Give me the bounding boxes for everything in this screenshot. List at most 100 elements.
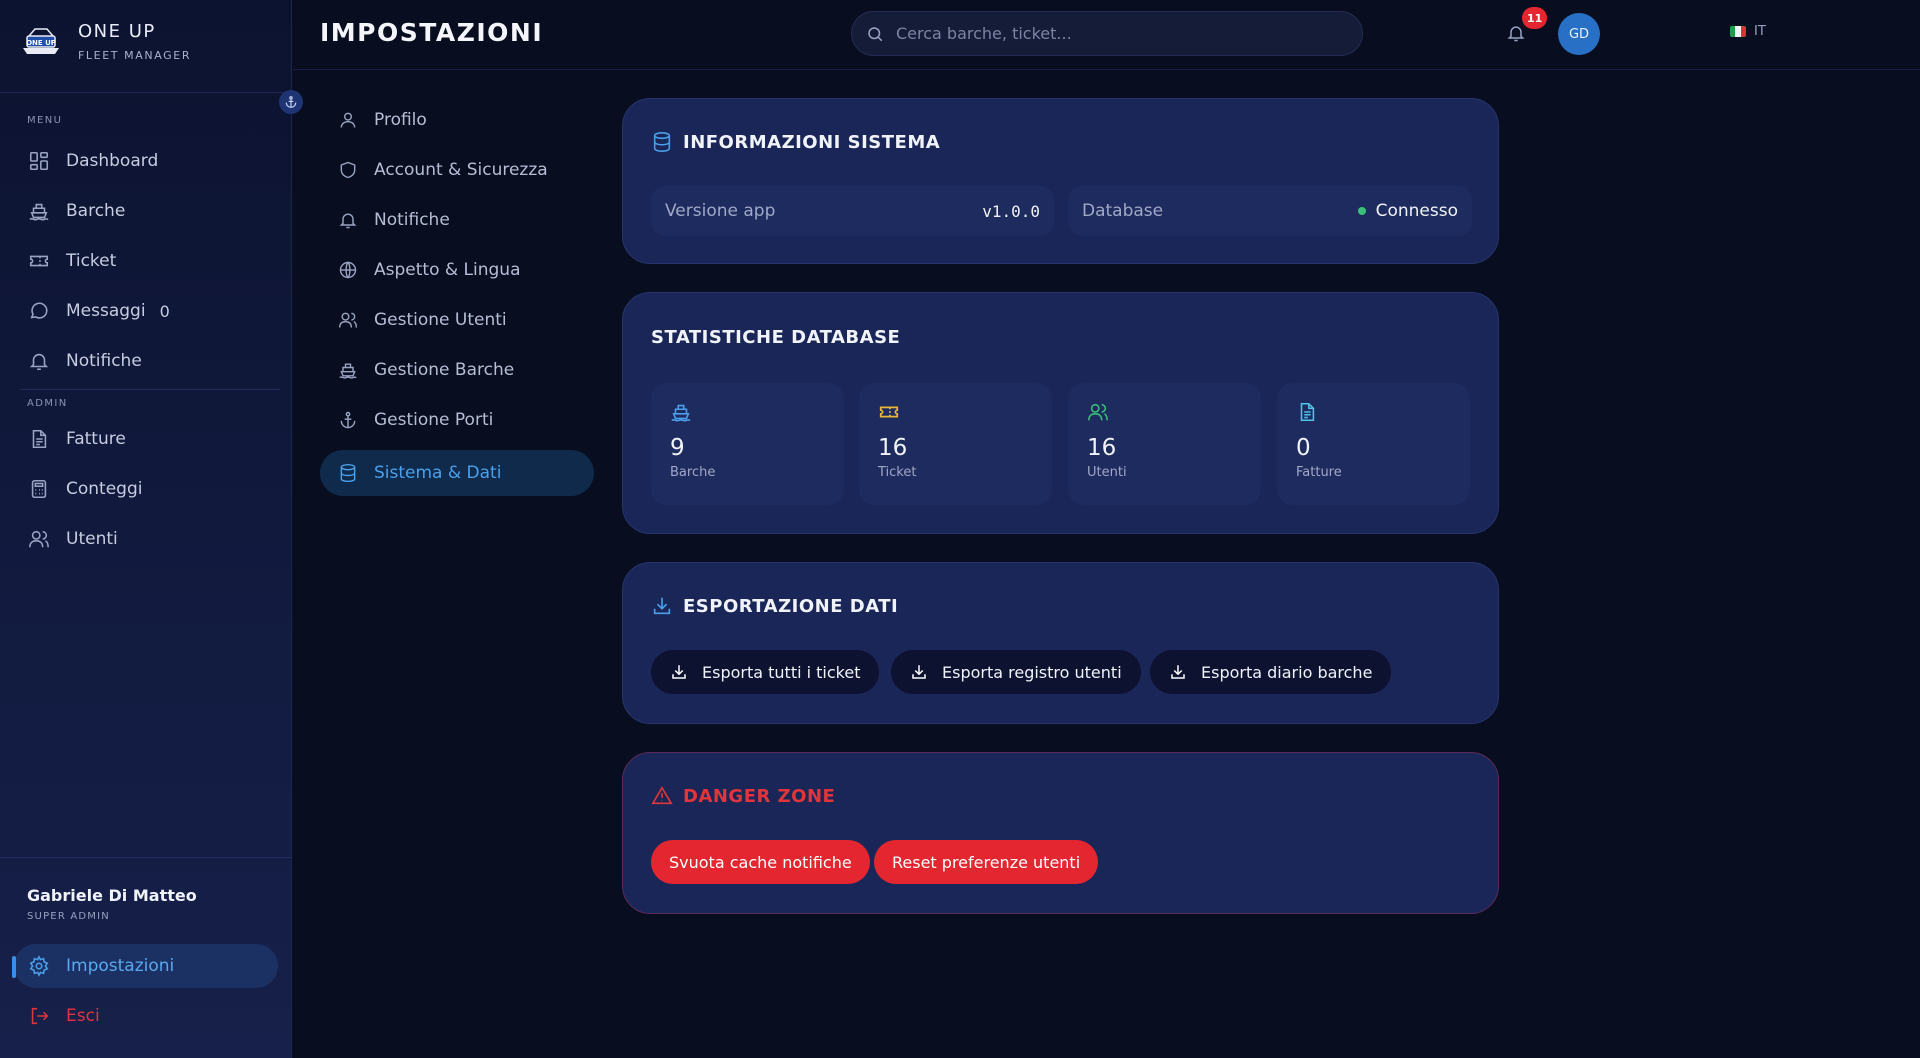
settings-nav-label: Gestione Barche [374,360,515,380]
database-stats-card: STATISTICHE DATABASE 9 Barche 16 Ticket … [622,292,1499,534]
users-icon [338,310,358,330]
status-dot-icon [1357,207,1366,215]
warning-icon [651,785,673,807]
ticket-icon [878,401,1033,423]
brand[interactable]: ONE UP ONE UP FLEET MANAGER [20,20,191,62]
card-title: DANGER ZONE [651,785,835,807]
sidebar-item-conteggi[interactable]: Conteggi [14,467,278,511]
card-title-text: INFORMAZIONI SISTEMA [683,131,941,153]
avatar[interactable]: GD [1558,13,1600,55]
export-boats-diary-button[interactable]: Esporta diario barche [1150,650,1392,694]
sidebar-item-label: Dashboard [66,151,159,171]
logout-button[interactable]: Esci [14,994,278,1038]
reset-user-preferences-button[interactable]: Reset preferenze utenti [874,840,1099,884]
logout-label: Esci [66,1006,100,1026]
top-header: IMPOSTAZIONI IT [293,0,1920,70]
sidebar-item-label: Notifiche [66,351,142,371]
stat-label: Fatture [1296,465,1342,480]
sidebar-item-impostazioni[interactable]: Impostazioni [12,944,278,988]
logout-icon [28,1005,50,1027]
sidebar-item-dashboard[interactable]: Dashboard [14,139,278,183]
invoice-icon [28,428,50,450]
user-icon [338,110,358,130]
bell-icon [338,210,358,230]
stat-value: 16 [1087,435,1117,461]
search-icon [866,25,884,43]
database-status-box: Database Connesso [1068,186,1472,236]
download-icon [1169,663,1187,681]
sidebar-item-barche[interactable]: Barche [14,189,278,233]
shield-icon [338,160,358,180]
sidebar-item-fatture[interactable]: Fatture [14,417,278,461]
settings-nav-label: Profilo [374,110,427,130]
card-title: STATISTICHE DATABASE [651,327,900,348]
italy-flag-icon [1730,26,1746,37]
search-bar[interactable] [851,11,1363,56]
sidebar-collapse-button[interactable] [279,90,303,114]
notifications-bell-icon[interactable] [1506,23,1528,45]
stat-label: Ticket [878,465,917,480]
settings-nav-gestione-porti[interactable]: Gestione Porti [320,397,594,443]
settings-nav-label: Aspetto & Lingua [374,260,521,280]
bell-icon [28,350,50,372]
sidebar-item-notifiche[interactable]: Notifiche [14,339,278,383]
sidebar-item-ticket[interactable]: Ticket [14,239,278,283]
data-export-card: ESPORTAZIONE DATI Esporta tutti i ticket… [622,562,1499,724]
clear-notifications-cache-button[interactable]: Svuota cache notifiche [651,840,870,884]
divider [20,389,280,390]
stat-label: Utenti [1087,465,1127,480]
settings-nav-gestione-utenti[interactable]: Gestione Utenti [320,297,594,343]
stat-card-fatture: 0 Fatture [1277,383,1470,505]
sidebar-item-label: Impostazioni [66,956,175,976]
anchor-icon [338,410,358,430]
search-input[interactable] [896,24,1316,43]
admin-section-label: ADMIN [27,398,68,409]
invoice-icon [1296,401,1451,423]
sidebar: ONE UP ONE UP FLEET MANAGER MENU Dashboa… [0,0,292,1058]
sidebar-item-label: Conteggi [66,479,143,499]
ship-icon [670,401,825,423]
settings-nav-notifiche[interactable]: Notifiche [320,197,594,243]
divider [0,92,292,93]
language-code: IT [1754,24,1766,39]
current-user-role: SUPER ADMIN [27,911,110,922]
settings-nav-label: Account & Sicurezza [374,160,548,180]
download-icon [910,663,928,681]
gear-icon [28,955,50,977]
sidebar-item-label: Messaggi [66,301,146,321]
settings-nav-account-sicurezza[interactable]: Account & Sicurezza [320,147,594,193]
page-title: IMPOSTAZIONI [320,18,544,47]
database-icon [338,463,358,483]
app-version-label: Versione app [665,201,776,221]
card-title: INFORMAZIONI SISTEMA [651,131,940,153]
anchor-icon [284,95,298,109]
database-label: Database [1082,201,1164,221]
sidebar-item-messaggi[interactable]: Messaggi 0 [14,289,278,333]
database-icon [651,131,673,153]
settings-nav-sistema-dati[interactable]: Sistema & Dati [320,450,594,496]
logo-icon: ONE UP [20,20,62,62]
messages-count-badge: 0 [159,301,170,321]
users-icon [1087,401,1242,423]
button-label: Esporta registro utenti [942,662,1122,682]
users-icon [28,528,50,550]
svg-text:ONE UP: ONE UP [26,39,56,47]
sidebar-item-utenti[interactable]: Utenti [14,517,278,561]
export-users-log-button[interactable]: Esporta registro utenti [891,650,1141,694]
export-tickets-button[interactable]: Esporta tutti i ticket [651,650,880,694]
ship-icon [28,200,50,222]
stat-value: 9 [670,435,685,461]
settings-nav-profilo[interactable]: Profilo [320,97,594,143]
divider [0,857,292,858]
dashboard-icon [28,150,50,172]
settings-nav-aspetto-lingua[interactable]: Aspetto & Lingua [320,247,594,293]
system-info-card: INFORMAZIONI SISTEMA Versione app v1.0.0… [622,98,1499,264]
card-title-text: DANGER ZONE [683,785,836,807]
button-label: Esporta diario barche [1201,662,1373,682]
language-selector[interactable]: IT [1730,24,1766,39]
danger-zone-card: DANGER ZONE Svuota cache notifiche Reset… [622,752,1499,914]
brand-name: ONE UP [78,20,156,42]
current-user-name: Gabriele Di Matteo [27,886,197,905]
settings-nav-gestione-barche[interactable]: Gestione Barche [320,347,594,393]
calculator-icon [28,478,50,500]
